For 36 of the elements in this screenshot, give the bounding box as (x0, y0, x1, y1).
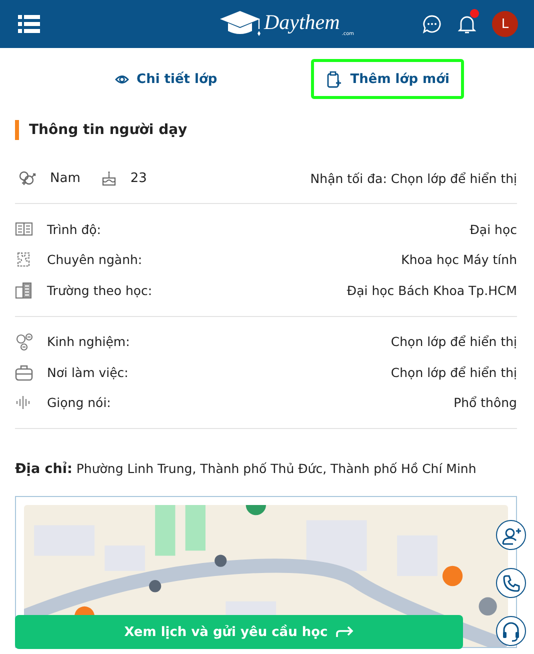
age-text: 23 (130, 170, 147, 186)
gender-text: Nam (50, 170, 80, 186)
logo-text: Daythem (264, 12, 340, 36)
section-title: Thông tin người dạy (15, 120, 517, 140)
book-icon (15, 221, 35, 238)
field-label: Kinh nghiệm: (47, 334, 130, 350)
tab[interactable]: Chi tiết lớp (100, 59, 232, 99)
floating-button[interactable] (496, 616, 526, 646)
floating-button[interactable] (496, 568, 526, 598)
phone-icon (501, 574, 521, 592)
field-label: Trình độ: (47, 222, 102, 237)
gender-icon (17, 170, 37, 186)
bell-icon[interactable] (458, 14, 476, 34)
arrow-icon (336, 626, 354, 638)
avatar[interactable]: L (492, 11, 518, 37)
max-classes-text: Nhận tối đa: Chọn lớp để hiển thị (310, 170, 517, 186)
field-label: Nơi làm việc: (47, 364, 128, 380)
chat-icon[interactable] (422, 14, 442, 34)
eye-icon (114, 72, 129, 86)
headset-icon (501, 620, 521, 642)
field-value: Chọn lớp để hiển thị (390, 364, 517, 380)
field-label: Giọng nói: (47, 395, 111, 410)
floating-button[interactable] (496, 520, 526, 550)
field-label: Trường theo học: (47, 282, 152, 298)
field-value: Đại học Bách Khoa Tp.HCM (346, 282, 517, 298)
address-text: Địa chỉ: Phường Linh Trung, Thành phố Thủ Đức, Thành phố Hồ Chí Minh (15, 461, 478, 477)
tab[interactable]: Thêm lớp mới (311, 59, 464, 99)
clipboard-plus-icon (326, 70, 342, 88)
cake-icon (101, 170, 118, 186)
field-value: Khoa học Máy tính (401, 252, 517, 268)
menu-icon[interactable] (18, 14, 40, 34)
field-label: Chuyên ngành: (47, 252, 142, 268)
briefcase-icon (15, 364, 35, 381)
field-value: Chọn lớp để hiển thị (390, 334, 517, 350)
field-value: Phổ thông (454, 395, 517, 410)
field-value: Đại học (470, 222, 517, 237)
